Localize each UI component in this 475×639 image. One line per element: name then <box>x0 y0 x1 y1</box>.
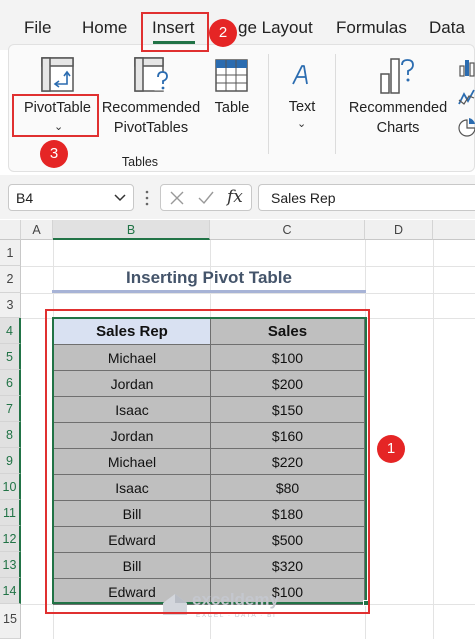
chevron-down-icon[interactable] <box>114 193 126 203</box>
text-icon[interactable] <box>288 62 314 88</box>
pivot-table-icon[interactable] <box>40 56 76 94</box>
enter-icon[interactable] <box>197 190 215 206</box>
column-header-d[interactable]: D <box>365 220 433 240</box>
recommended-charts-label-2[interactable]: Charts <box>346 118 450 138</box>
row-header[interactable]: 8 <box>0 422 21 448</box>
text-label[interactable]: Text <box>286 97 318 117</box>
table-label[interactable]: Table <box>211 98 253 118</box>
tab-home[interactable]: Home <box>82 18 127 38</box>
annotation-box-insert <box>141 12 209 52</box>
row-header[interactable]: 14 <box>0 578 21 604</box>
select-all-corner[interactable] <box>0 220 21 240</box>
name-box-value: B4 <box>16 190 34 206</box>
row-header[interactable]: 9 <box>0 448 21 474</box>
table-icon[interactable] <box>214 58 250 94</box>
tab-formulas[interactable]: Formulas <box>336 18 407 38</box>
row-header[interactable]: 3 <box>0 293 21 318</box>
chevron-down-icon[interactable]: ⌄ <box>297 117 306 130</box>
formula-input[interactable]: Sales Rep <box>258 184 475 211</box>
row-header[interactable]: 13 <box>0 552 21 578</box>
row-header[interactable]: 6 <box>0 370 21 396</box>
cancel-icon[interactable] <box>169 190 185 206</box>
gridline <box>21 293 475 294</box>
formula-controls: fx <box>160 184 252 211</box>
formula-value: Sales Rep <box>271 190 336 206</box>
column-header-a[interactable]: A <box>21 220 53 240</box>
step-badge-1: 1 <box>377 435 405 463</box>
chart-gallery-icons[interactable] <box>458 58 475 142</box>
recommended-pivottables-icon[interactable] <box>133 56 171 96</box>
title-underline <box>52 290 366 293</box>
row-header[interactable]: 2 <box>0 266 21 293</box>
sheet-title[interactable]: Inserting Pivot Table <box>52 268 366 288</box>
step-badge-2: 2 <box>209 19 237 47</box>
column-header-b[interactable]: B <box>53 220 210 240</box>
recommended-charts-icon[interactable] <box>378 56 420 96</box>
insert-function-icon[interactable]: fx <box>227 187 243 207</box>
gridline <box>433 240 434 639</box>
row-header[interactable]: 10 <box>0 474 21 500</box>
ribbon-separator <box>335 54 336 154</box>
gridline <box>21 266 475 267</box>
row-header[interactable]: 12 <box>0 526 21 552</box>
row-header[interactable]: 11 <box>0 500 21 526</box>
tab-page-layout[interactable]: ge Layout <box>238 18 313 38</box>
column-header-e[interactable] <box>433 220 475 240</box>
recommended-pivottables-label-2[interactable]: PivotTables <box>101 118 201 138</box>
ribbon-separator <box>268 54 269 154</box>
name-box[interactable]: B4 <box>8 184 134 211</box>
annotation-box-range <box>45 309 370 614</box>
column-header-c[interactable]: C <box>210 220 365 240</box>
row-header[interactable]: 7 <box>0 396 21 422</box>
row-header[interactable]: 15 <box>0 604 21 639</box>
group-label-tables: Tables <box>121 155 159 169</box>
row-header[interactable]: 4 <box>0 318 21 344</box>
tab-data[interactable]: Data <box>429 18 465 38</box>
recommended-charts-label-1[interactable]: Recommended <box>346 98 450 118</box>
row-header[interactable]: 1 <box>0 240 21 266</box>
annotation-box-pivottable <box>12 94 99 137</box>
recommended-pivottables-label-1[interactable]: Recommended <box>101 98 201 118</box>
step-badge-3: 3 <box>40 140 68 168</box>
tab-file[interactable]: File <box>24 18 51 38</box>
row-header[interactable]: 5 <box>0 344 21 370</box>
more-options-icon[interactable] <box>144 188 150 208</box>
